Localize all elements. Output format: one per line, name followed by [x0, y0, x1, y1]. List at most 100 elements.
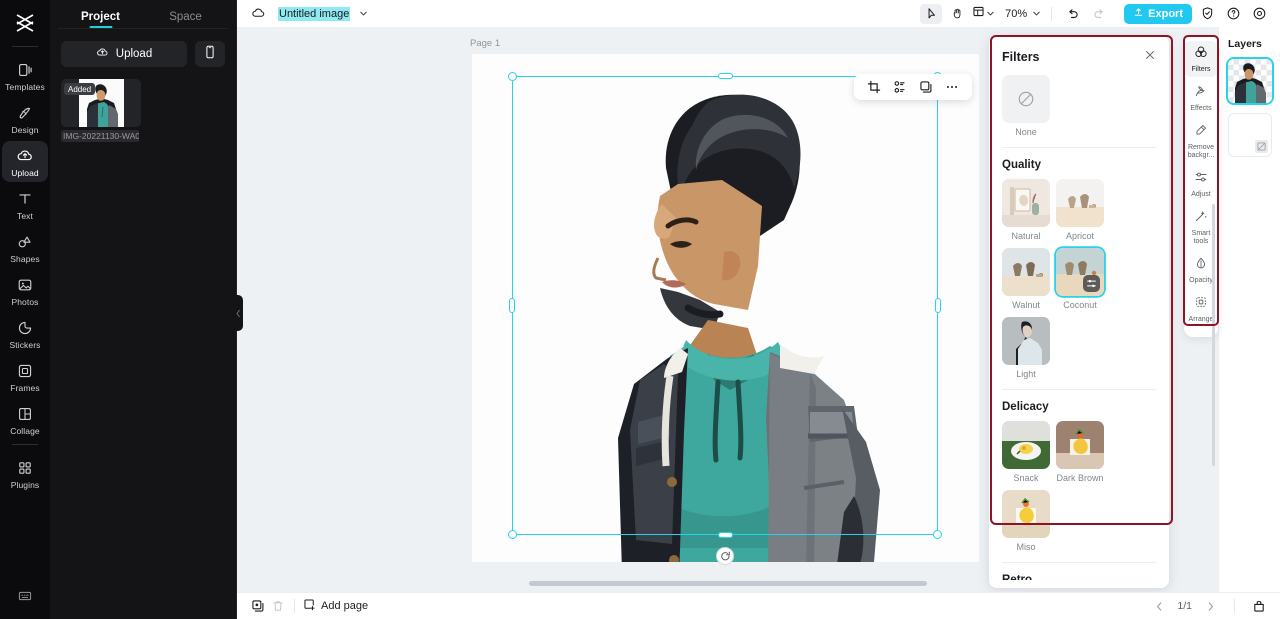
sidebar-item-label: Templates	[5, 82, 45, 92]
scrollbar-thumb[interactable]	[529, 581, 927, 586]
resize-handle-right[interactable]	[935, 298, 941, 313]
present-button[interactable]	[1249, 596, 1269, 616]
filters-header: Filters	[989, 36, 1169, 75]
settings-gear-icon[interactable]	[1248, 4, 1270, 24]
adjust-sliders-icon	[1194, 170, 1208, 189]
hand-icon[interactable]	[946, 4, 968, 24]
filter-none[interactable]: None	[1002, 75, 1050, 138]
filter-walnut[interactable]: Walnut	[1002, 248, 1050, 311]
add-page-button[interactable]: Add page	[303, 598, 368, 614]
upload-button[interactable]: Upload	[61, 41, 187, 67]
filter-label: Coconut	[1063, 300, 1097, 310]
templates-icon	[16, 61, 34, 79]
top-toolbar: Untitled image 70% Export	[237, 0, 1280, 27]
filter-miso[interactable]: Miso	[1002, 490, 1050, 553]
sidebar-item-photos[interactable]: Photos	[2, 270, 48, 311]
close-icon[interactable]	[1144, 48, 1156, 66]
sidebar-item-label: Stickers	[9, 340, 41, 350]
redo-button[interactable]	[1088, 4, 1110, 24]
tool-rail-scrollbar[interactable]	[1212, 204, 1215, 466]
layout-selector[interactable]	[972, 5, 995, 23]
filters-divider	[1002, 147, 1156, 148]
duplicate-page-button[interactable]	[248, 596, 268, 616]
undo-button[interactable]	[1062, 4, 1084, 24]
keyboard-shortcuts-icon[interactable]	[2, 583, 48, 609]
shield-check-icon[interactable]	[1196, 4, 1218, 24]
sidebar-item-templates[interactable]: Templates	[2, 55, 48, 96]
sidebar-item-upload[interactable]: Upload	[2, 141, 48, 182]
filter-snack[interactable]: Snack	[1002, 421, 1050, 484]
layer-photo[interactable]	[1228, 59, 1272, 103]
filter-label: Miso	[1016, 542, 1036, 552]
selection-box[interactable]	[508, 72, 942, 565]
tool-filters[interactable]: Filters	[1185, 41, 1217, 77]
tool-remove-background[interactable]: Remove backgr...	[1185, 119, 1217, 163]
resize-handle-top-left[interactable]	[508, 72, 517, 81]
sidebar-item-frames[interactable]: Frames	[2, 356, 48, 397]
no-filter-icon	[1002, 75, 1050, 123]
resize-handle-bottom[interactable]	[717, 532, 733, 538]
zoom-selector[interactable]: 70%	[1005, 5, 1041, 23]
smart-cutout-button[interactable]	[892, 79, 908, 95]
prev-page-button[interactable]	[1149, 596, 1169, 616]
sliders-icon[interactable]	[1083, 275, 1100, 292]
panel-collapse-handle[interactable]	[234, 295, 243, 331]
layer-background[interactable]	[1228, 113, 1272, 157]
filters-body: None Quality Natural Apricot Walnut Coco…	[989, 75, 1169, 580]
sidebar-item-plugins[interactable]: Plugins	[2, 453, 48, 494]
topbar-left: Untitled image	[247, 4, 368, 24]
topbar-right: 70% Export	[920, 3, 1270, 24]
filter-group-delicacy: Snack Dark Brown Miso	[1002, 421, 1156, 553]
tool-adjust[interactable]: Adjust	[1185, 166, 1217, 202]
next-page-button[interactable]	[1200, 596, 1220, 616]
filter-thumbnail	[1056, 248, 1104, 296]
filter-label: Dark Brown	[1056, 473, 1104, 483]
chevron-down-icon[interactable]	[359, 5, 368, 23]
crop-button[interactable]	[866, 79, 882, 95]
opacity-drop-icon	[1194, 256, 1208, 275]
cursor-icon[interactable]	[920, 3, 943, 24]
capcut-logo-icon[interactable]	[8, 6, 42, 40]
filter-dark-brown[interactable]: Dark Brown	[1056, 421, 1104, 484]
layers-panel: Layers	[1218, 27, 1280, 592]
filter-natural[interactable]: Natural	[1002, 179, 1050, 242]
tool-effects[interactable]: Effects	[1185, 80, 1217, 116]
tab-project[interactable]: Project	[58, 11, 143, 28]
rotate-icon[interactable]	[716, 547, 734, 565]
upload-button-label: Upload	[115, 48, 153, 60]
resize-handle-bottom-right[interactable]	[933, 530, 942, 539]
home-cloud-icon[interactable]	[247, 4, 269, 24]
filter-thumbnail	[1002, 248, 1050, 296]
help-circle-icon[interactable]	[1222, 4, 1244, 24]
tab-space[interactable]: Space	[143, 11, 228, 28]
duplicate-button[interactable]	[918, 79, 934, 95]
document-title[interactable]: Untitled image	[278, 6, 351, 21]
bottom-divider	[294, 599, 295, 613]
filters-panel: Filters None Quality Natural Apricot Wal…	[989, 36, 1169, 588]
transparent-bg-icon	[1255, 140, 1268, 153]
sidebar-item-collage[interactable]: Collage	[2, 399, 48, 440]
upload-cloud-icon	[16, 147, 34, 165]
mobile-upload-button[interactable]	[195, 41, 225, 67]
filter-coconut[interactable]: Coconut	[1056, 248, 1104, 311]
sidebar-item-stickers[interactable]: Stickers	[2, 313, 48, 354]
filter-light[interactable]: Light	[1002, 317, 1050, 380]
more-options-button[interactable]	[944, 79, 960, 95]
resize-handle-bottom-left[interactable]	[508, 530, 517, 539]
delete-page-button[interactable]	[268, 596, 288, 616]
resize-handle-left[interactable]	[509, 298, 515, 313]
export-button[interactable]: Export	[1124, 3, 1192, 24]
tool-label: Adjust	[1191, 191, 1211, 198]
bottom-divider-2	[1234, 599, 1235, 613]
zoom-level-value: 70%	[1005, 7, 1028, 20]
sidebar-item-shapes[interactable]: Shapes	[2, 227, 48, 268]
rail-divider-2	[12, 444, 38, 445]
filter-apricot[interactable]: Apricot	[1056, 179, 1104, 242]
filters-circles-icon	[1194, 45, 1208, 64]
stickers-icon	[16, 319, 34, 337]
asset-thumbnail[interactable]: Added	[61, 79, 141, 127]
design-icon	[16, 104, 34, 122]
sidebar-item-text[interactable]: Text	[2, 184, 48, 225]
sidebar-item-design[interactable]: Design	[2, 98, 48, 139]
resize-handle-top[interactable]	[717, 73, 733, 79]
